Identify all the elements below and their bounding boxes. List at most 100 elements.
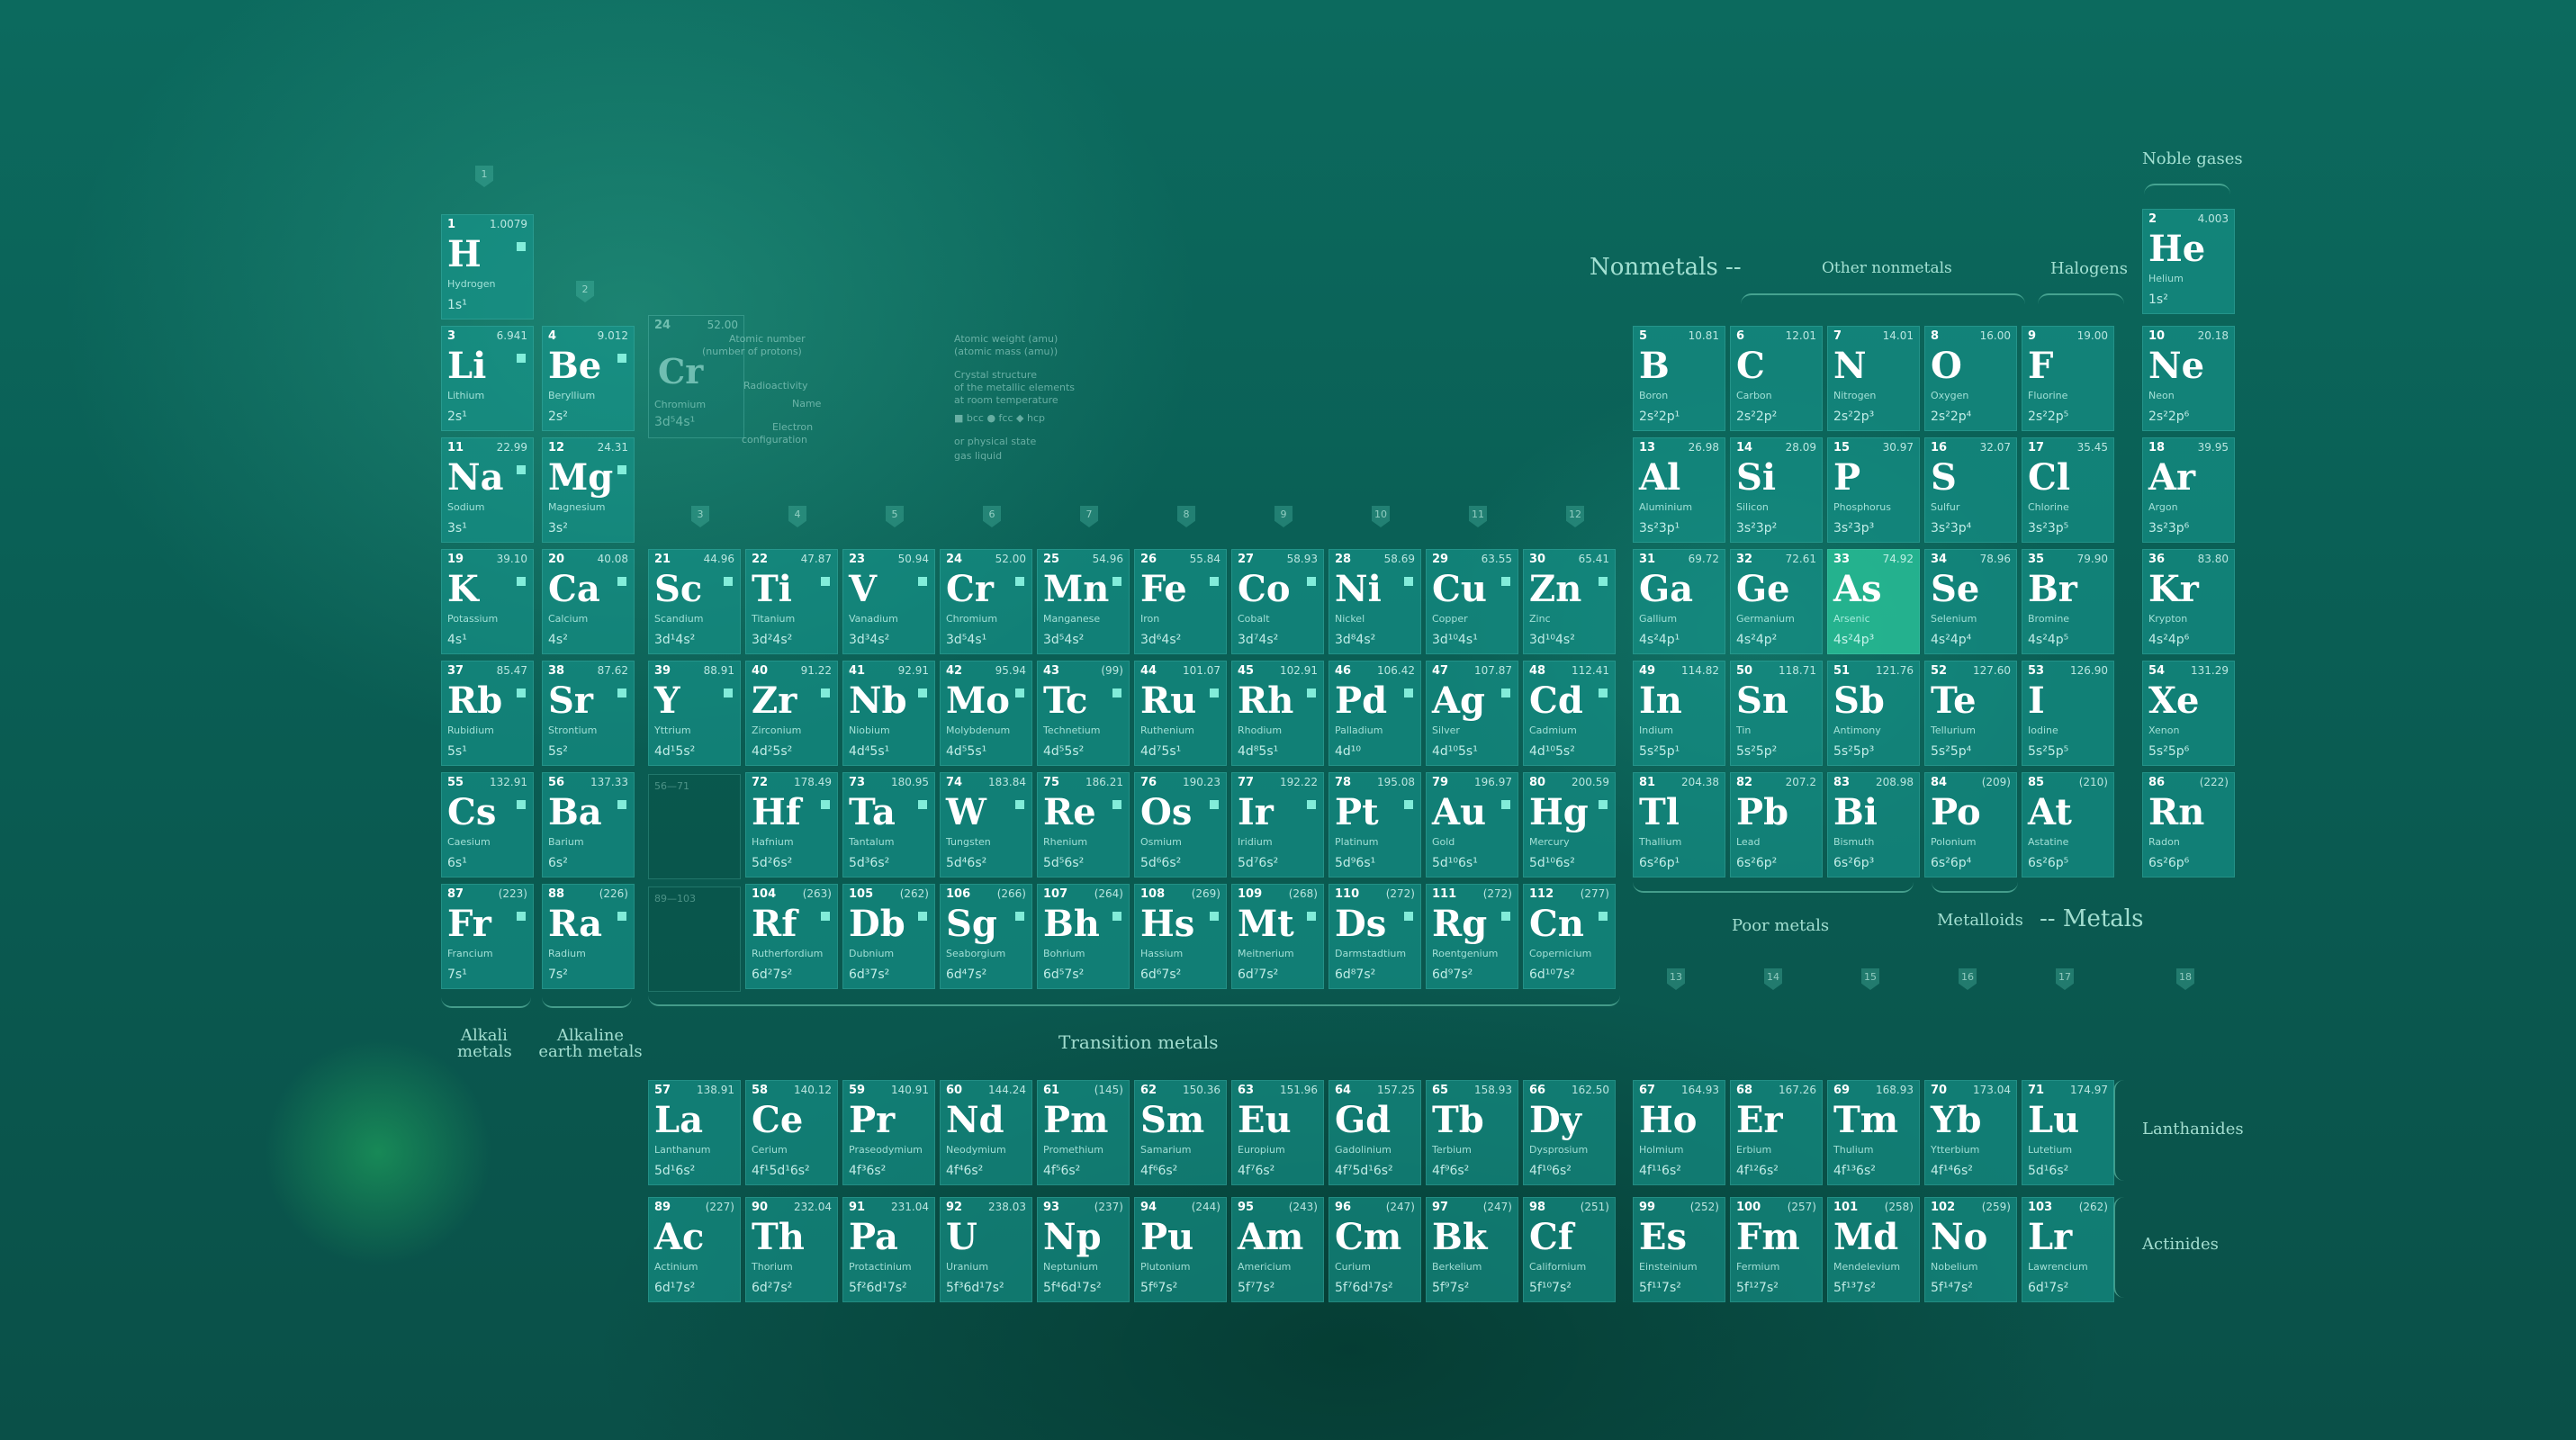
element-at[interactable]: 85 (210) At Astatine 6s²6p⁵ — [2022, 772, 2114, 878]
element-pb[interactable]: 82 207.2 Pb Lead 6s²6p² — [1730, 772, 1823, 878]
element-ge[interactable]: 32 72.61 Ge Germanium 4s²4p² — [1730, 549, 1823, 654]
element-cl[interactable]: 17 35.45 Cl Chlorine 3s²3p⁵ — [2022, 437, 2114, 543]
element-ru[interactable]: 44 101.07 Ru Ruthenium 4d⁷5s¹ — [1134, 661, 1227, 766]
element-mg[interactable]: 12 24.31 Mg Magnesium 3s² — [542, 437, 635, 543]
element-cr[interactable]: 24 52.00 Cr Chromium 3d⁵4s¹ — [940, 549, 1032, 654]
element-fe[interactable]: 26 55.84 Fe Iron 3d⁶4s² — [1134, 549, 1227, 654]
element-dy[interactable]: 66 162.50 Dy Dysprosium 4f¹⁰6s² — [1523, 1080, 1616, 1185]
element-he[interactable]: 2 4.003 He Helium 1s² — [2142, 209, 2235, 314]
element-sn[interactable]: 50 118.71 Sn Tin 5s²5p² — [1730, 661, 1823, 766]
element-zr[interactable]: 40 91.22 Zr Zirconium 4d²5s² — [745, 661, 838, 766]
element-mn[interactable]: 25 54.96 Mn Manganese 3d⁵4s² — [1037, 549, 1130, 654]
element-es[interactable]: 99 (252) Es Einsteinium 5f¹¹7s² — [1633, 1197, 1725, 1302]
element-gd[interactable]: 64 157.25 Gd Gadolinium 4f⁷5d¹6s² — [1329, 1080, 1421, 1185]
element-na[interactable]: 11 22.99 Na Sodium 3s¹ — [441, 437, 534, 543]
element-be[interactable]: 4 9.012 Be Beryllium 2s² — [542, 326, 635, 431]
element-nd[interactable]: 60 144.24 Nd Neodymium 4f⁴6s² — [940, 1080, 1032, 1185]
element-eu[interactable]: 63 151.96 Eu Europium 4f⁷6s² — [1231, 1080, 1324, 1185]
element-np[interactable]: 93 (237) Np Neptunium 5f⁴6d¹7s² — [1037, 1197, 1130, 1302]
element-pu[interactable]: 94 (244) Pu Plutonium 5f⁶7s² — [1134, 1197, 1227, 1302]
element-tb[interactable]: 65 158.93 Tb Terbium 4f⁹6s² — [1426, 1080, 1518, 1185]
element-ho[interactable]: 67 164.93 Ho Holmium 4f¹¹6s² — [1633, 1080, 1725, 1185]
element-os[interactable]: 76 190.23 Os Osmium 5d⁶6s² — [1134, 772, 1227, 878]
element-fr[interactable]: 87 (223) Fr Francium 7s¹ — [441, 884, 534, 989]
element-cu[interactable]: 29 63.55 Cu Copper 3d¹⁰4s¹ — [1426, 549, 1518, 654]
element-ac[interactable]: 89 (227) Ac Actinium 6d¹7s² — [648, 1197, 741, 1302]
element-hs[interactable]: 108 (269) Hs Hassium 6d⁶7s² — [1134, 884, 1227, 989]
element-cs[interactable]: 55 132.91 Cs Caesium 6s¹ — [441, 772, 534, 878]
element-fm[interactable]: 100 (257) Fm Fermium 5f¹²7s² — [1730, 1197, 1823, 1302]
element-ni[interactable]: 28 58.69 Ni Nickel 3d⁸4s² — [1329, 549, 1421, 654]
element-sg[interactable]: 106 (266) Sg Seaborgium 6d⁴7s² — [940, 884, 1032, 989]
element-bk[interactable]: 97 (247) Bk Berkelium 5f⁹7s² — [1426, 1197, 1518, 1302]
element-lr[interactable]: 103 (262) Lr Lawrencium 6d¹7s² — [2022, 1197, 2114, 1302]
element-w[interactable]: 74 183.84 W Tungsten 5d⁴6s² — [940, 772, 1032, 878]
element-db[interactable]: 105 (262) Db Dubnium 6d³7s² — [842, 884, 935, 989]
element-as[interactable]: 33 74.92 As Arsenic 4s²4p³ — [1827, 549, 1920, 654]
element-pd[interactable]: 46 106.42 Pd Palladium 4d¹⁰ — [1329, 661, 1421, 766]
element-ds[interactable]: 110 (272) Ds Darmstadtium 6d⁸7s² — [1329, 884, 1421, 989]
element-mt[interactable]: 109 (268) Mt Meitnerium 6d⁷7s² — [1231, 884, 1324, 989]
element-tm[interactable]: 69 168.93 Tm Thulium 4f¹³6s² — [1827, 1080, 1920, 1185]
element-u[interactable]: 92 238.03 U Uranium 5f³6d¹7s² — [940, 1197, 1032, 1302]
element-ca[interactable]: 20 40.08 Ca Calcium 4s² — [542, 549, 635, 654]
element-v[interactable]: 23 50.94 V Vanadium 3d³4s² — [842, 549, 935, 654]
element-pm[interactable]: 61 (145) Pm Promethium 4f⁵6s² — [1037, 1080, 1130, 1185]
element-i[interactable]: 53 126.90 I Iodine 5s²5p⁵ — [2022, 661, 2114, 766]
element-re[interactable]: 75 186.21 Re Rhenium 5d⁵6s² — [1037, 772, 1130, 878]
element-sc[interactable]: 21 44.96 Sc Scandium 3d¹4s² — [648, 549, 741, 654]
element-tl[interactable]: 81 204.38 Tl Thallium 6s²6p¹ — [1633, 772, 1725, 878]
element-bi[interactable]: 83 208.98 Bi Bismuth 6s²6p³ — [1827, 772, 1920, 878]
element-tc[interactable]: 43 (99) Tc Technetium 4d⁵5s² — [1037, 661, 1130, 766]
element-ta[interactable]: 73 180.95 Ta Tantalum 5d³6s² — [842, 772, 935, 878]
element-sm[interactable]: 62 150.36 Sm Samarium 4f⁶6s² — [1134, 1080, 1227, 1185]
element-rf[interactable]: 104 (263) Rf Rutherfordium 6d²7s² — [745, 884, 838, 989]
element-no[interactable]: 102 (259) No Nobelium 5f¹⁴7s² — [1924, 1197, 2017, 1302]
element-rn[interactable]: 86 (222) Rn Radon 6s²6p⁶ — [2142, 772, 2235, 878]
element-ir[interactable]: 77 192.22 Ir Iridium 5d⁷6s² — [1231, 772, 1324, 878]
element-la[interactable]: 57 138.91 La Lanthanum 5d¹6s² — [648, 1080, 741, 1185]
element-er[interactable]: 68 167.26 Er Erbium 4f¹²6s² — [1730, 1080, 1823, 1185]
element-cn[interactable]: 112 (277) Cn Copernicium 6d¹⁰7s² — [1523, 884, 1616, 989]
element-ba[interactable]: 56 137.33 Ba Barium 6s² — [542, 772, 635, 878]
element-pa[interactable]: 91 231.04 Pa Protactinium 5f²6d¹7s² — [842, 1197, 935, 1302]
element-si[interactable]: 14 28.09 Si Silicon 3s²3p² — [1730, 437, 1823, 543]
element-li[interactable]: 3 6.941 Li Lithium 2s¹ — [441, 326, 534, 431]
element-h[interactable]: 1 1.0079 H Hydrogen 1s¹ — [441, 214, 534, 320]
element-b[interactable]: 5 10.81 B Boron 2s²2p¹ — [1633, 326, 1725, 431]
element-cf[interactable]: 98 (251) Cf Californium 5f¹⁰7s² — [1523, 1197, 1616, 1302]
element-ar[interactable]: 18 39.95 Ar Argon 3s²3p⁶ — [2142, 437, 2235, 543]
element-pr[interactable]: 59 140.91 Pr Praseodymium 4f³6s² — [842, 1080, 935, 1185]
element-s[interactable]: 16 32.07 S Sulfur 3s²3p⁴ — [1924, 437, 2017, 543]
element-p[interactable]: 15 30.97 P Phosphorus 3s²3p³ — [1827, 437, 1920, 543]
element-xe[interactable]: 54 131.29 Xe Xenon 5s²5p⁶ — [2142, 661, 2235, 766]
element-zn[interactable]: 30 65.41 Zn Zinc 3d¹⁰4s² — [1523, 549, 1616, 654]
element-bh[interactable]: 107 (264) Bh Bohrium 6d⁵7s² — [1037, 884, 1130, 989]
element-th[interactable]: 90 232.04 Th Thorium 6d²7s² — [745, 1197, 838, 1302]
element-br[interactable]: 35 79.90 Br Bromine 4s²4p⁵ — [2022, 549, 2114, 654]
element-po[interactable]: 84 (209) Po Polonium 6s²6p⁴ — [1924, 772, 2017, 878]
element-yb[interactable]: 70 173.04 Yb Ytterbium 4f¹⁴6s² — [1924, 1080, 2017, 1185]
element-co[interactable]: 27 58.93 Co Cobalt 3d⁷4s² — [1231, 549, 1324, 654]
element-md[interactable]: 101 (258) Md Mendelevium 5f¹³7s² — [1827, 1197, 1920, 1302]
element-ce[interactable]: 58 140.12 Ce Cerium 4f¹5d¹6s² — [745, 1080, 838, 1185]
element-ne[interactable]: 10 20.18 Ne Neon 2s²2p⁶ — [2142, 326, 2235, 431]
element-o[interactable]: 8 16.00 O Oxygen 2s²2p⁴ — [1924, 326, 2017, 431]
element-te[interactable]: 52 127.60 Te Tellurium 5s²5p⁴ — [1924, 661, 2017, 766]
element-hg[interactable]: 80 200.59 Hg Mercury 5d¹⁰6s² — [1523, 772, 1616, 878]
element-c[interactable]: 6 12.01 C Carbon 2s²2p² — [1730, 326, 1823, 431]
element-f[interactable]: 9 19.00 F Fluorine 2s²2p⁵ — [2022, 326, 2114, 431]
element-n[interactable]: 7 14.01 N Nitrogen 2s²2p³ — [1827, 326, 1920, 431]
element-ga[interactable]: 31 69.72 Ga Gallium 4s²4p¹ — [1633, 549, 1725, 654]
element-mo[interactable]: 42 95.94 Mo Molybdenum 4d⁵5s¹ — [940, 661, 1032, 766]
element-pt[interactable]: 78 195.08 Pt Platinum 5d⁹6s¹ — [1329, 772, 1421, 878]
element-cm[interactable]: 96 (247) Cm Curium 5f⁷6d¹7s² — [1329, 1197, 1421, 1302]
element-k[interactable]: 19 39.10 K Potassium 4s¹ — [441, 549, 534, 654]
element-y[interactable]: 39 88.91 Y Yttrium 4d¹5s² — [648, 661, 741, 766]
element-nb[interactable]: 41 92.91 Nb Niobium 4d⁴5s¹ — [842, 661, 935, 766]
element-in[interactable]: 49 114.82 In Indium 5s²5p¹ — [1633, 661, 1725, 766]
element-sb[interactable]: 51 121.76 Sb Antimony 5s²5p³ — [1827, 661, 1920, 766]
element-lu[interactable]: 71 174.97 Lu Lutetium 5d¹6s² — [2022, 1080, 2114, 1185]
element-ag[interactable]: 47 107.87 Ag Silver 4d¹⁰5s¹ — [1426, 661, 1518, 766]
element-hf[interactable]: 72 178.49 Hf Hafnium 5d²6s² — [745, 772, 838, 878]
